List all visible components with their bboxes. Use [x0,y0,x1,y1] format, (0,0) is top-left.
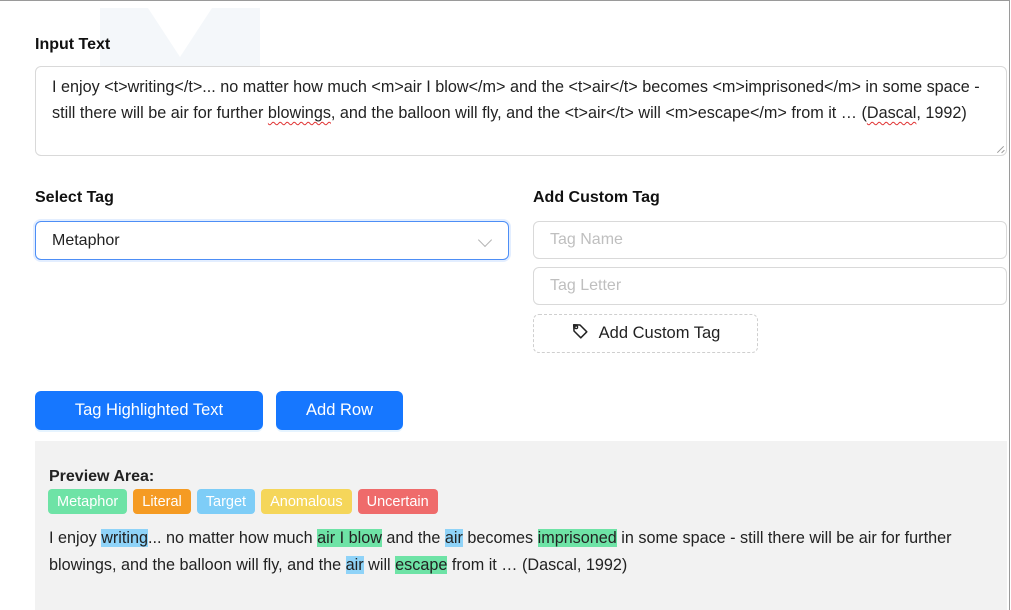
input-text-segment: , and the balloon will fly, and the <t>a… [330,104,867,122]
preview-text-segment: I enjoy [49,529,102,547]
input-text-content: I enjoy <t>writing</t>... no matter how … [52,78,980,122]
preview-text: I enjoy writing... no matter how much ai… [49,525,979,579]
preview-text-segment: will [363,556,396,574]
input-text-label: Input Text [35,36,111,53]
input-textarea[interactable]: I enjoy <t>writing</t>... no matter how … [35,66,1007,156]
tag-highlighted-text-button[interactable]: Tag Highlighted Text [35,391,263,430]
add-row-button[interactable]: Add Row [276,391,403,430]
metaphor-highlight: air I blow [317,529,382,547]
target-highlight: writing [101,529,148,547]
target-highlight: air [444,529,463,547]
select-tag-label: Select Tag [35,189,114,206]
metaphor-highlight: imprisoned [537,529,617,547]
add-custom-tag-button[interactable]: Add Custom Tag [533,314,758,353]
tag-select-value: Metaphor [52,231,120,249]
legend-chip-anomalous: Anomalous [261,489,352,514]
spellcheck-word: Dascal [866,104,917,122]
legend-chip-metaphor: Metaphor [48,489,128,514]
tag-name-input[interactable] [533,221,1007,259]
target-highlight: air [345,556,364,574]
tag-legend: Metaphor Literal Target Anomalous Uncertain [48,489,438,514]
spellcheck-word: blowings [267,104,331,122]
legend-chip-literal: Literal [133,489,191,514]
preview-text-segment: from it … (Dascal, 1992) [447,556,628,574]
preview-area: Preview Area: Metaphor Literal Target Anoma… [35,441,1007,610]
preview-text-segment: becomes [462,529,538,547]
preview-text-segment: and the [381,529,445,547]
preview-title: Preview Area: [49,468,155,485]
legend-chip-target: Target [196,489,256,514]
chevron-down-icon [477,232,493,248]
input-text-segment: , 1992) [916,104,967,122]
preview-text-segment: ... no matter how much [147,529,318,547]
tag-icon [571,322,589,345]
tag-select[interactable]: Metaphor [35,221,509,260]
add-custom-tag-label-text: Add Custom Tag [598,324,721,342]
tag-letter-input[interactable] [533,267,1007,305]
metaphor-highlight: escape [395,556,448,574]
add-custom-tag-label: Add Custom Tag [533,189,660,206]
legend-chip-uncertain: Uncertain [357,489,438,514]
resize-handle-icon[interactable] [996,145,1004,153]
